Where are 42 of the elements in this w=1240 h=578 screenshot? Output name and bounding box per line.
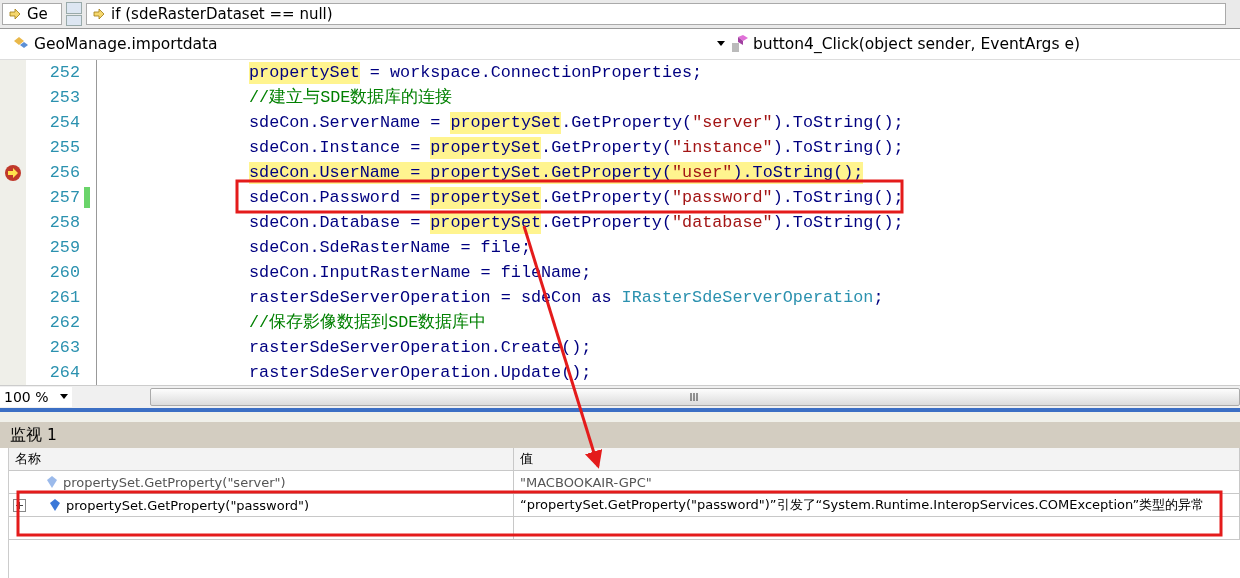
watch-value-cell: “propertySet.GetProperty("password")”引发了“System.Runtime.InteropServices.COMException”类型的异常 bbox=[514, 494, 1240, 516]
column-header[interactable]: 值 bbox=[514, 448, 1240, 470]
watch-value-cell: "MACBOOKAIR-GPC" bbox=[514, 471, 1240, 493]
watch-name: propertySet.GetProperty("server") bbox=[63, 474, 286, 490]
panel-title: 监视 1 bbox=[10, 424, 57, 446]
line-number: 259 bbox=[48, 238, 80, 257]
code-line: sdeCon.Password = propertySet.GetProperty("password").ToString(); bbox=[249, 186, 904, 209]
code-line: sdeCon.Instance = propertySet.GetProperty("instance").ToString(); bbox=[249, 136, 904, 159]
zoom-dropdown[interactable]: 100 % bbox=[0, 387, 72, 407]
watch-name: propertySet.GetProperty("password") bbox=[66, 497, 310, 513]
dropdown-caret-icon[interactable] bbox=[60, 394, 68, 400]
type-dropdown[interactable]: Ge bbox=[2, 3, 62, 25]
property-icon bbox=[50, 499, 60, 511]
line-number: 256 bbox=[48, 163, 80, 182]
code-line: //保存影像数据到SDE数据库中 bbox=[249, 311, 487, 334]
property-icon bbox=[47, 476, 57, 488]
grip-icon bbox=[690, 393, 700, 401]
line-number: 263 bbox=[48, 338, 80, 357]
step-arrow-icon bbox=[93, 8, 105, 20]
code-line: //建立与SDE数据库的连接 bbox=[249, 86, 453, 109]
member-name[interactable]: button4_Click(object sender, EventArgs e) bbox=[753, 35, 1080, 53]
line-number: 254 bbox=[48, 113, 80, 132]
code-line: sdeCon.ServerName = propertySet.GetProperty("server").ToString(); bbox=[249, 111, 904, 134]
column-header[interactable]: 名称 bbox=[9, 448, 514, 470]
line-number: 253 bbox=[48, 88, 80, 107]
method-icon bbox=[729, 34, 749, 54]
class-name[interactable]: GeoManage.importdata bbox=[34, 35, 218, 53]
line-number: 252 bbox=[48, 63, 80, 82]
dropdown-caret-icon[interactable] bbox=[717, 41, 725, 47]
step-arrow-icon bbox=[9, 8, 21, 20]
code-line: sdeCon.Database = propertySet.GetProperty("database").ToString(); bbox=[249, 211, 904, 234]
line-number: 255 bbox=[48, 138, 80, 157]
horizontal-scrollbar[interactable] bbox=[150, 388, 1240, 406]
code-line: propertySet = workspace.ConnectionProperties; bbox=[249, 61, 703, 84]
line-number: 258 bbox=[48, 213, 80, 232]
line-number: 260 bbox=[48, 263, 80, 282]
line-number: 262 bbox=[48, 313, 80, 332]
code-line: sdeCon.SdeRasterName = file; bbox=[249, 236, 531, 259]
member-dropdown[interactable]: if (sdeRasterDataset == null) bbox=[86, 3, 1226, 25]
line-number: 261 bbox=[48, 288, 80, 307]
line-number: 264 bbox=[48, 363, 80, 382]
line-number: 257 bbox=[48, 188, 80, 207]
